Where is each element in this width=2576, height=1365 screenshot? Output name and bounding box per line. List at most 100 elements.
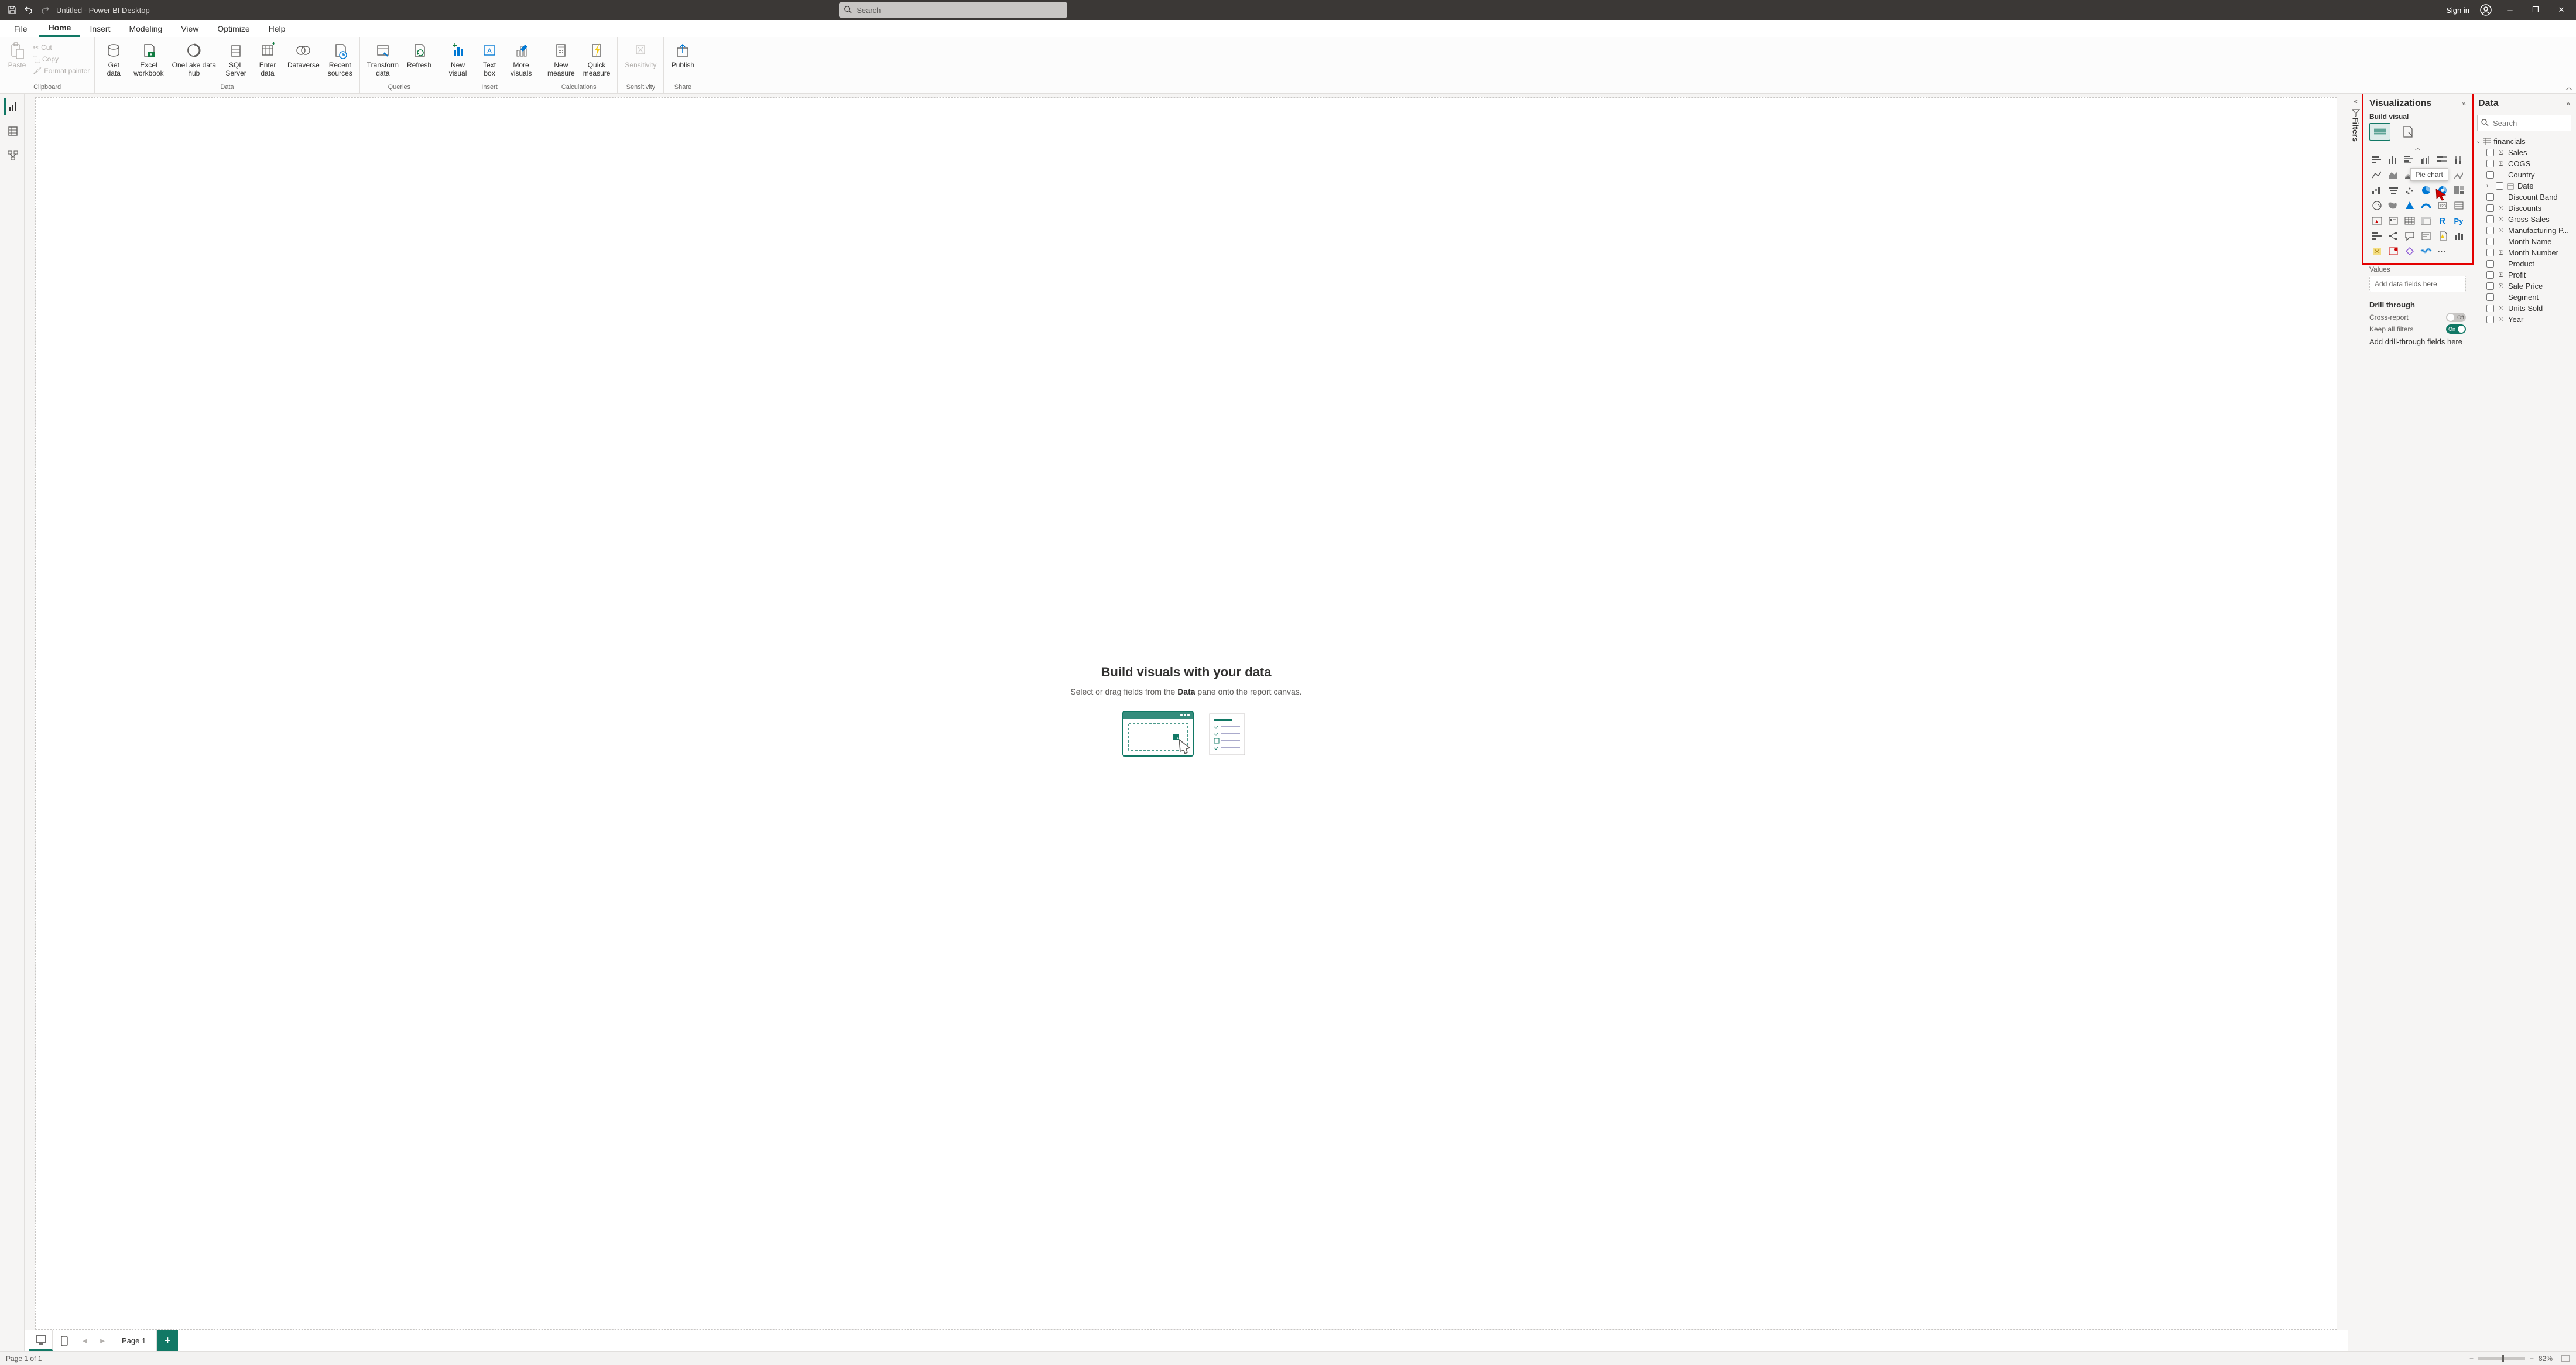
- viz-power-apps[interactable]: [2451, 229, 2467, 243]
- field-checkbox[interactable]: [2486, 293, 2494, 301]
- viz-table[interactable]: [2402, 214, 2417, 228]
- viz-power-automate[interactable]: [2369, 244, 2385, 258]
- text-box-button[interactable]: AText box: [475, 40, 503, 78]
- field-checkbox[interactable]: [2486, 149, 2494, 156]
- viz-waterfall[interactable]: [2369, 183, 2385, 197]
- field-checkbox[interactable]: [2486, 282, 2494, 290]
- filters-pane-collapsed[interactable]: « Filters: [2348, 94, 2363, 1351]
- signin-button[interactable]: Sign in: [2446, 6, 2469, 15]
- field-checkbox[interactable]: [2486, 215, 2494, 223]
- sql-server-button[interactable]: SQL Server: [222, 40, 250, 78]
- viz-stacked-column[interactable]: [2386, 153, 2401, 167]
- zoom-slider[interactable]: [2478, 1357, 2525, 1360]
- viz-clustered-column[interactable]: [2419, 153, 2434, 167]
- expand-filters-icon[interactable]: «: [2354, 97, 2358, 105]
- field-month-name[interactable]: Month Name: [2476, 236, 2572, 247]
- field-country[interactable]: Country: [2476, 169, 2572, 180]
- sensitivity-button[interactable]: Sensitivity: [622, 40, 659, 70]
- field-checkbox[interactable]: [2486, 193, 2494, 201]
- field-year[interactable]: ΣYear: [2476, 314, 2572, 325]
- new-measure-button[interactable]: New measure: [545, 40, 577, 78]
- viz-ribbon[interactable]: [2451, 168, 2467, 182]
- global-search[interactable]: [839, 2, 1067, 18]
- viz-card[interactable]: 123: [2435, 199, 2450, 213]
- viz-donut[interactable]: [2435, 183, 2450, 197]
- field-cogs[interactable]: ΣCOGS: [2476, 158, 2572, 169]
- tab-optimize[interactable]: Optimize: [208, 20, 259, 37]
- field-checkbox[interactable]: [2486, 160, 2494, 167]
- new-visual-button[interactable]: +New visual: [444, 40, 472, 78]
- tab-insert[interactable]: Insert: [80, 20, 119, 37]
- build-visual-tab[interactable]: [2369, 123, 2390, 141]
- field-checkbox[interactable]: [2496, 182, 2503, 190]
- transform-data-button[interactable]: Transform data: [365, 40, 401, 78]
- viz-treemap[interactable]: [2451, 183, 2467, 197]
- more-visuals-button[interactable]: More visuals: [507, 40, 535, 78]
- tab-modeling[interactable]: Modeling: [119, 20, 172, 37]
- field-month-number[interactable]: ΣMonth Number: [2476, 247, 2572, 258]
- quick-measure-button[interactable]: Quick measure: [581, 40, 613, 78]
- page-next-icon[interactable]: ►: [94, 1330, 111, 1351]
- tab-home[interactable]: Home: [39, 20, 81, 37]
- user-icon[interactable]: [2480, 4, 2492, 16]
- viz-kpi[interactable]: ▲: [2369, 214, 2385, 228]
- viz-arcgis[interactable]: [2402, 244, 2417, 258]
- page-tab-1[interactable]: Page 1: [111, 1330, 157, 1351]
- field-manufacturing-p-[interactable]: ΣManufacturing P...: [2476, 225, 2572, 236]
- maximize-icon[interactable]: ❐: [2528, 5, 2543, 15]
- model-view-icon[interactable]: [4, 148, 20, 164]
- viz-filled-map[interactable]: [2386, 199, 2401, 213]
- field-discounts[interactable]: ΣDiscounts: [2476, 203, 2572, 214]
- field-units-sold[interactable]: ΣUnits Sold: [2476, 303, 2572, 314]
- viz-map[interactable]: [2369, 199, 2385, 213]
- viz-stacked-bar[interactable]: [2369, 153, 2385, 167]
- zoom-in-button[interactable]: +: [2530, 1354, 2534, 1363]
- viz-line[interactable]: [2369, 168, 2385, 182]
- field-profit[interactable]: ΣProfit: [2476, 269, 2572, 280]
- onelake-button[interactable]: OneLake data hub: [170, 40, 218, 78]
- ribbon-collapse-icon[interactable]: ︿: [2565, 82, 2572, 92]
- viz-gauge[interactable]: [2419, 199, 2434, 213]
- refresh-button[interactable]: Refresh: [405, 40, 434, 70]
- viz-decomposition-tree[interactable]: [2386, 229, 2401, 243]
- table-financials[interactable]: ⌄ financials: [2476, 136, 2572, 147]
- viz-more-visuals-icon[interactable]: ⋯: [2435, 244, 2450, 258]
- format-painter-button[interactable]: 🖌Format painter: [33, 66, 90, 76]
- viz-area[interactable]: [2386, 168, 2401, 182]
- viz-paginated-report[interactable]: [2435, 229, 2450, 243]
- viz-multirow-card[interactable]: [2451, 199, 2467, 213]
- zoom-out-button[interactable]: −: [2469, 1354, 2474, 1363]
- paste-button[interactable]: Paste: [5, 40, 29, 70]
- keep-filters-toggle[interactable]: On: [2446, 324, 2466, 334]
- close-icon[interactable]: ✕: [2554, 5, 2569, 15]
- format-visual-tab[interactable]: [2397, 123, 2419, 141]
- enter-data-button[interactable]: +Enter data: [254, 40, 282, 78]
- cross-report-toggle[interactable]: Off: [2446, 313, 2466, 322]
- field-segment[interactable]: Segment: [2476, 292, 2572, 303]
- tab-help[interactable]: Help: [259, 20, 295, 37]
- excel-workbook-button[interactable]: XExcel workbook: [131, 40, 166, 78]
- dataverse-button[interactable]: Dataverse: [285, 40, 322, 70]
- field-date[interactable]: ›Date: [2476, 180, 2572, 191]
- field-checkbox[interactable]: [2486, 249, 2494, 256]
- tab-view[interactable]: View: [172, 20, 208, 37]
- field-checkbox[interactable]: [2486, 238, 2494, 245]
- drill-through-field-well[interactable]: Add drill-through fields here: [2369, 337, 2466, 346]
- field-checkbox[interactable]: [2486, 271, 2494, 279]
- field-checkbox[interactable]: [2486, 171, 2494, 179]
- viz-scatter[interactable]: [2402, 183, 2417, 197]
- field-checkbox[interactable]: [2486, 260, 2494, 268]
- tab-file[interactable]: File: [6, 20, 36, 37]
- values-field-well[interactable]: Add data fields here: [2369, 276, 2466, 292]
- field-gross-sales[interactable]: ΣGross Sales: [2476, 214, 2572, 225]
- minimize-icon[interactable]: ─: [2502, 6, 2517, 15]
- field-sale-price[interactable]: ΣSale Price: [2476, 280, 2572, 292]
- fit-to-page-icon[interactable]: [2561, 1355, 2570, 1362]
- field-checkbox[interactable]: [2486, 316, 2494, 323]
- recent-sources-button[interactable]: Recent sources: [326, 40, 355, 78]
- field-checkbox[interactable]: [2486, 204, 2494, 212]
- viz-matrix[interactable]: [2419, 214, 2434, 228]
- publish-button[interactable]: Publish: [669, 40, 697, 70]
- save-icon[interactable]: [7, 5, 18, 15]
- fields-search-input[interactable]: [2477, 115, 2571, 131]
